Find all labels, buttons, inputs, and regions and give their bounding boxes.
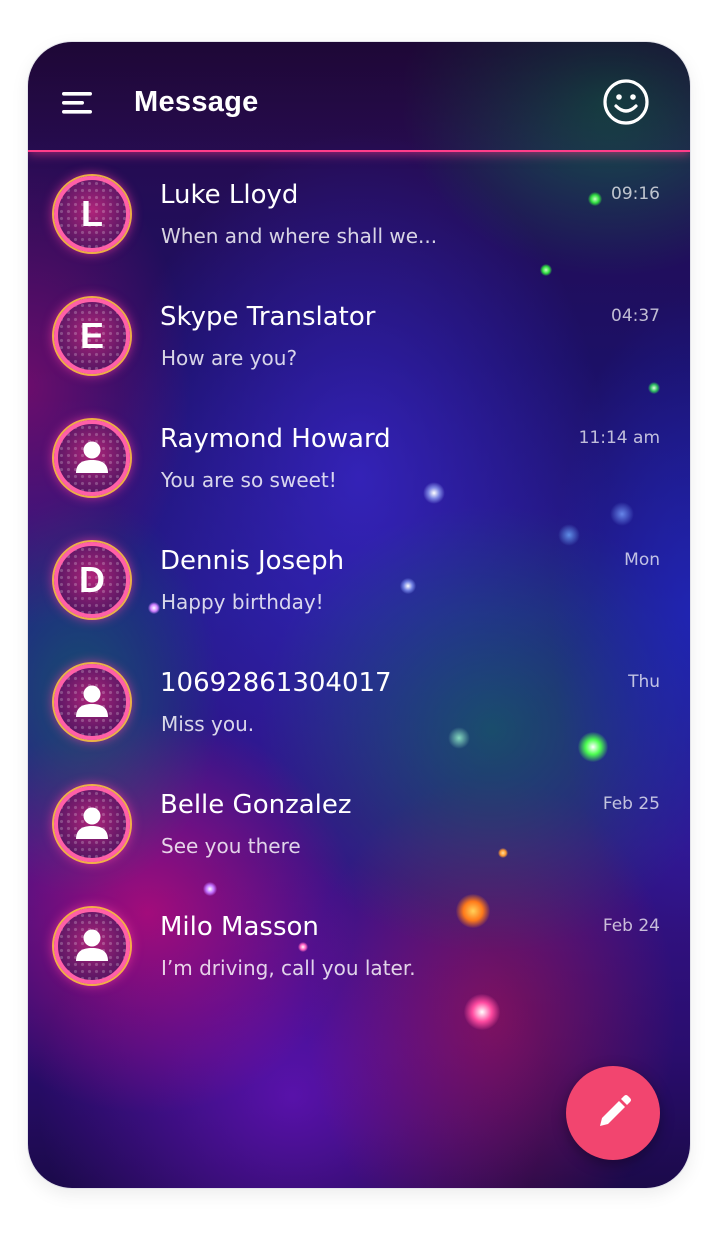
compose-button[interactable]: [566, 1066, 660, 1160]
message-preview: You are so sweet!: [161, 468, 337, 492]
contact-name: Dennis Joseph: [160, 546, 345, 576]
avatar-initial: L: [81, 193, 103, 234]
conversation-item[interactable]: Milo Masson I’m driving, call you later.…: [28, 884, 690, 1006]
contact-name: Belle Gonzalez: [160, 790, 352, 820]
avatar-initial: D: [79, 559, 105, 600]
person-icon: [76, 441, 108, 473]
app-header: Message: [28, 42, 690, 152]
contact-name: 10692861304017: [160, 668, 392, 698]
phone-screen: Message L Luke Lloyd When and where shal…: [28, 42, 690, 1188]
message-preview: See you there: [161, 834, 301, 858]
contact-name: Luke Lloyd: [160, 180, 299, 210]
avatar: E: [54, 298, 130, 374]
avatar: [54, 908, 130, 984]
message-time: 11:14 am: [578, 428, 660, 448]
conversation-item[interactable]: L Luke Lloyd When and where shall we... …: [28, 152, 690, 274]
conversation-item[interactable]: 10692861304017 Miss you. Thu: [28, 640, 690, 762]
contact-name: Skype Translator: [160, 302, 376, 332]
message-preview: When and where shall we...: [161, 224, 438, 248]
message-time: 09:16: [611, 184, 660, 204]
message-preview: How are you?: [161, 346, 298, 370]
avatar: L: [54, 176, 130, 252]
pencil-compose-icon: [600, 1095, 631, 1126]
avatar: D: [54, 542, 130, 618]
conversation-item[interactable]: E Skype Translator How are you? 04:37: [28, 274, 690, 396]
message-time: Feb 25: [602, 794, 660, 814]
message-preview: Happy birthday!: [161, 590, 324, 614]
message-time: 04:37: [611, 306, 660, 326]
smiley-face-icon[interactable]: [602, 78, 650, 126]
avatar: [54, 664, 130, 740]
contact-name: Raymond Howard: [160, 424, 391, 454]
message-preview: Miss you.: [161, 712, 255, 736]
person-icon: [76, 807, 108, 839]
contact-name: Milo Masson: [160, 912, 319, 942]
conversation-item[interactable]: Raymond Howard You are so sweet! 11:14 a…: [28, 396, 690, 518]
message-time: Feb 24: [602, 916, 660, 936]
message-preview: I’m driving, call you later.: [161, 956, 416, 980]
page-title: Message: [134, 86, 259, 118]
message-time: Mon: [624, 550, 660, 570]
avatar-initial: E: [79, 315, 104, 356]
hamburger-menu-icon[interactable]: [62, 90, 94, 116]
avatar: [54, 786, 130, 862]
message-time: Thu: [628, 672, 660, 692]
person-icon: [76, 685, 108, 717]
conversation-item[interactable]: Belle Gonzalez See you there Feb 25: [28, 762, 690, 884]
person-icon: [76, 929, 108, 961]
conversation-item[interactable]: D Dennis Joseph Happy birthday! Mon: [28, 518, 690, 640]
avatar: [54, 420, 130, 496]
